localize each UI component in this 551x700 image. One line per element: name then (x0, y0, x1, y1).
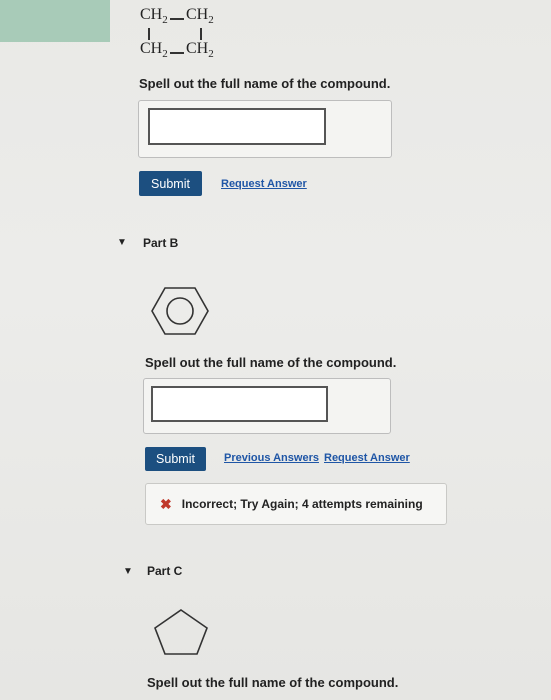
part-a-submit-button[interactable]: Submit (139, 171, 202, 196)
part-b-collapse-caret-icon[interactable]: ▼ (117, 237, 127, 248)
structure-bottom-right: CH2 (186, 40, 214, 61)
part-b-question: Spell out the full name of the compound. (145, 355, 397, 370)
part-c-question: Spell out the full name of the compound. (147, 675, 399, 690)
previous-answers-link[interactable]: Previous Answers (224, 452, 319, 464)
bond-bottom (170, 52, 184, 54)
structure-top-left: CH2 (140, 6, 168, 27)
part-b-submit-button[interactable]: Submit (145, 447, 206, 471)
feedback-text: Incorrect; Try Again; 4 attempts remaini… (181, 497, 423, 511)
part-b-label: Part B (143, 236, 179, 250)
feedback-banner: ✖ Incorrect; Try Again; 4 attempts remai… (145, 483, 447, 525)
part-b-answer-box (143, 378, 391, 434)
x-icon: ✖ (160, 495, 172, 512)
header-accent-bar (0, 0, 110, 42)
part-b-request-answer-link[interactable]: Request Answer (324, 452, 410, 464)
part-a-answer-input[interactable] (148, 108, 326, 145)
part-c-label: Part C (147, 564, 183, 578)
bond-left (148, 28, 150, 40)
structure-bottom-left: CH2 (140, 40, 168, 61)
structure-top-right: CH2 (186, 6, 214, 27)
part-b-answer-input[interactable] (151, 386, 328, 422)
bond-top (170, 18, 184, 20)
part-a-question: Spell out the full name of the compound. (139, 76, 391, 91)
part-a-answer-box (138, 100, 392, 158)
part-c-collapse-caret-icon[interactable]: ▼ (123, 566, 133, 577)
benzene-ring-icon (151, 287, 209, 335)
cyclopentane-ring-icon (154, 609, 208, 655)
bond-right (200, 28, 202, 40)
part-a-request-answer-link[interactable]: Request Answer (221, 178, 307, 190)
